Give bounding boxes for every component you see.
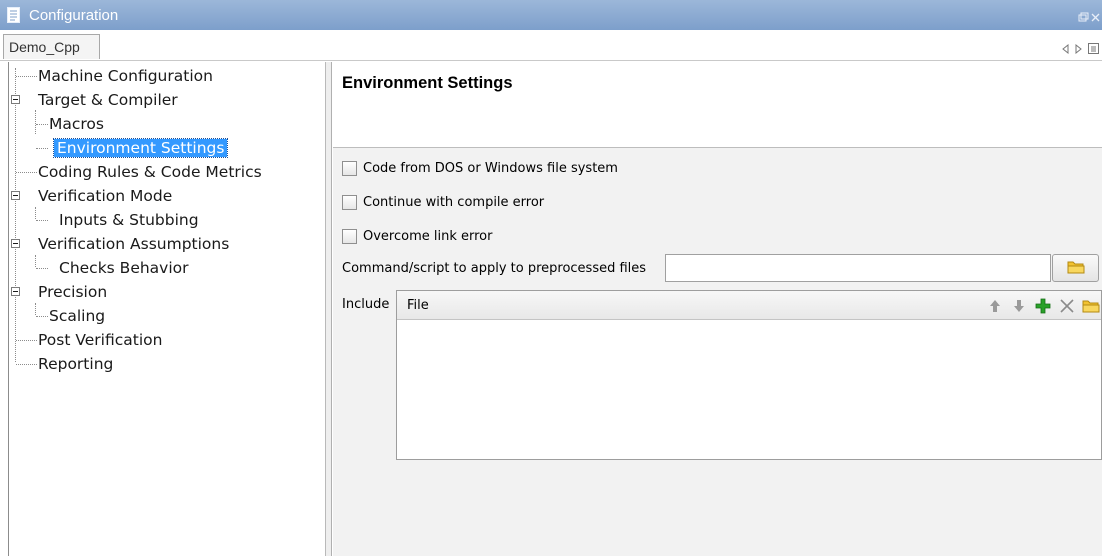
dos-windows-label: Code from DOS or Windows file system	[363, 160, 618, 176]
tree-connector	[36, 316, 48, 317]
tree-item-verification-assumptions[interactable]: Verification Assumptions	[38, 232, 229, 256]
tree-connector	[35, 255, 36, 267]
tree-connector	[15, 68, 16, 362]
include-label: Include	[342, 297, 390, 312]
title-bar: Configuration	[0, 0, 1102, 30]
panel-title: Environment Settings	[342, 74, 513, 92]
link-error-checkbox[interactable]	[342, 228, 357, 244]
folder-icon	[1067, 259, 1085, 278]
configuration-tree: Machine Configuration Target & Compiler …	[8, 62, 326, 556]
tree-item-scaling[interactable]: Scaling	[49, 304, 105, 328]
tree-connector	[16, 172, 37, 173]
tab-list-icon[interactable]	[1088, 39, 1099, 58]
add-icon[interactable]	[1033, 296, 1053, 316]
compile-error-checkbox[interactable]	[342, 194, 357, 210]
column-file: File	[407, 298, 429, 313]
tree-connector	[36, 220, 48, 221]
move-down-icon[interactable]	[1009, 296, 1029, 316]
collapse-icon[interactable]	[11, 239, 20, 248]
tab-bar: Demo_Cpp	[0, 30, 1102, 61]
checkbox-row-compile-error: Continue with compile error	[342, 192, 544, 212]
tree-item-checks-behavior[interactable]: Checks Behavior	[59, 256, 189, 280]
panel-header: Environment Settings	[333, 62, 1102, 148]
collapse-icon[interactable]	[11, 287, 20, 296]
settings-panel: Environment Settings Code from DOS or Wi…	[333, 62, 1102, 556]
tree-item-machine-configuration[interactable]: Machine Configuration	[38, 64, 213, 88]
tree-item-environment-settings[interactable]: Environment Settings	[52, 136, 229, 160]
tree-item-reporting[interactable]: Reporting	[38, 352, 113, 376]
move-up-icon[interactable]	[985, 296, 1005, 316]
document-icon	[7, 7, 21, 24]
tree-connector	[16, 340, 37, 341]
tree-connector	[35, 207, 36, 219]
compile-error-label: Continue with compile error	[363, 194, 545, 210]
table-toolbar	[985, 296, 1101, 316]
checkbox-row-link-error: Overcome link error	[342, 226, 492, 246]
remove-icon[interactable]	[1057, 296, 1077, 316]
folder-icon[interactable]	[1081, 296, 1101, 316]
tree-item-inputs-stubbing[interactable]: Inputs & Stubbing	[59, 208, 199, 232]
tree-item-coding-rules[interactable]: Coding Rules & Code Metrics	[38, 160, 262, 184]
collapse-icon[interactable]	[11, 95, 20, 104]
tree-connector	[35, 303, 36, 315]
tree-connector	[36, 148, 48, 149]
collapse-icon[interactable]	[11, 191, 20, 200]
close-icon[interactable]	[1091, 8, 1100, 27]
browse-button[interactable]	[1052, 254, 1099, 282]
link-error-label: Overcome link error	[363, 228, 493, 244]
tree-item-post-verification[interactable]: Post Verification	[38, 328, 162, 352]
include-table[interactable]: File	[396, 290, 1102, 460]
tab-navigation	[1062, 39, 1099, 58]
next-tab-icon[interactable]	[1075, 39, 1082, 58]
tree-connector	[35, 110, 36, 134]
tree-connector	[36, 268, 48, 269]
panel-splitter[interactable]	[326, 62, 332, 556]
tree-item-target-compiler[interactable]: Target & Compiler	[38, 88, 178, 112]
command-script-input[interactable]	[665, 254, 1051, 282]
restore-icon[interactable]	[1078, 8, 1089, 27]
tree-item-verification-mode[interactable]: Verification Mode	[38, 184, 172, 208]
dos-windows-checkbox[interactable]	[342, 160, 357, 176]
window-controls	[1078, 8, 1100, 27]
tree-item-macros[interactable]: Macros	[49, 112, 104, 136]
command-script-label: Command/script to apply to preprocessed …	[342, 261, 647, 276]
prev-tab-icon[interactable]	[1062, 39, 1069, 58]
checkbox-row-dos-windows: Code from DOS or Windows file system	[342, 158, 618, 178]
window-title: Configuration	[29, 6, 119, 24]
tab-demo-cpp[interactable]: Demo_Cpp	[3, 34, 100, 59]
tree-item-precision[interactable]: Precision	[38, 280, 107, 304]
tree-connector	[36, 124, 48, 125]
include-table-header: File	[397, 291, 1101, 320]
tree-connector	[16, 364, 37, 365]
tree-connector	[16, 76, 37, 77]
